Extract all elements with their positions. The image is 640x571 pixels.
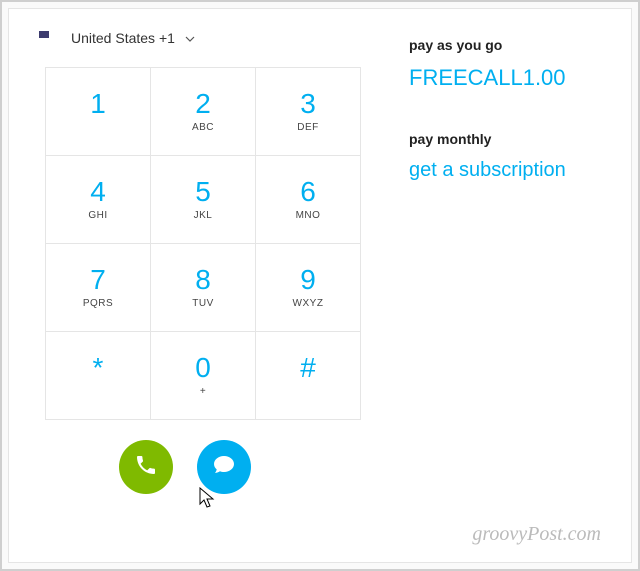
dialpad: 1 2 ABC 3 DEF 4 GHI 5 JKL 6 MNO 7 PQRS 8 TUV 9 W…	[45, 67, 361, 420]
key-hash[interactable]: #	[256, 332, 361, 420]
key-7[interactable]: 7 PQRS	[46, 244, 151, 332]
chevron-down-icon	[185, 29, 195, 47]
watermark: groovyPost.com	[472, 523, 601, 546]
chat-button[interactable]	[197, 440, 251, 494]
digit: 3	[300, 89, 316, 120]
country-selector[interactable]: United States +1	[39, 29, 379, 47]
digit: 4	[90, 177, 106, 208]
key-2[interactable]: 2 ABC	[151, 68, 256, 156]
credit-balance-link[interactable]: FREECALL1.00	[409, 65, 601, 91]
chat-icon	[212, 453, 236, 482]
key-6[interactable]: 6 MNO	[256, 156, 361, 244]
digit: 8	[195, 265, 211, 296]
digit: 6	[300, 177, 316, 208]
digit: 1	[90, 89, 106, 120]
letters: JKL	[194, 210, 213, 222]
letters: WXYZ	[293, 298, 324, 310]
key-0[interactable]: 0+	[151, 332, 256, 420]
letters: MNO	[296, 210, 321, 222]
letters: PQRS	[83, 298, 113, 310]
key-9[interactable]: 9 WXYZ	[256, 244, 361, 332]
key-4[interactable]: 4 GHI	[46, 156, 151, 244]
key-star[interactable]: *	[46, 332, 151, 420]
digit: #	[300, 353, 316, 384]
letters: +	[200, 386, 206, 398]
digit: 9	[300, 265, 316, 296]
digit: 0	[195, 353, 211, 384]
digit: 2	[195, 89, 211, 120]
call-button[interactable]	[119, 440, 173, 494]
subscription-link[interactable]: get a subscription	[409, 159, 566, 181]
letters: DEF	[297, 122, 319, 134]
digit: 5	[195, 177, 211, 208]
key-5[interactable]: 5 JKL	[151, 156, 256, 244]
digit: 7	[90, 265, 106, 296]
country-label: United States +1	[71, 30, 175, 46]
monthly-label: pay monthly	[409, 131, 601, 147]
letters: GHI	[88, 210, 107, 222]
payg-label: pay as you go	[409, 37, 601, 53]
us-flag-icon	[39, 31, 61, 45]
key-3[interactable]: 3 DEF	[256, 68, 361, 156]
letters: TUV	[192, 298, 214, 310]
phone-icon	[134, 453, 158, 482]
key-1[interactable]: 1	[46, 68, 151, 156]
key-8[interactable]: 8 TUV	[151, 244, 256, 332]
letters: ABC	[192, 122, 214, 134]
digit: *	[93, 353, 104, 384]
